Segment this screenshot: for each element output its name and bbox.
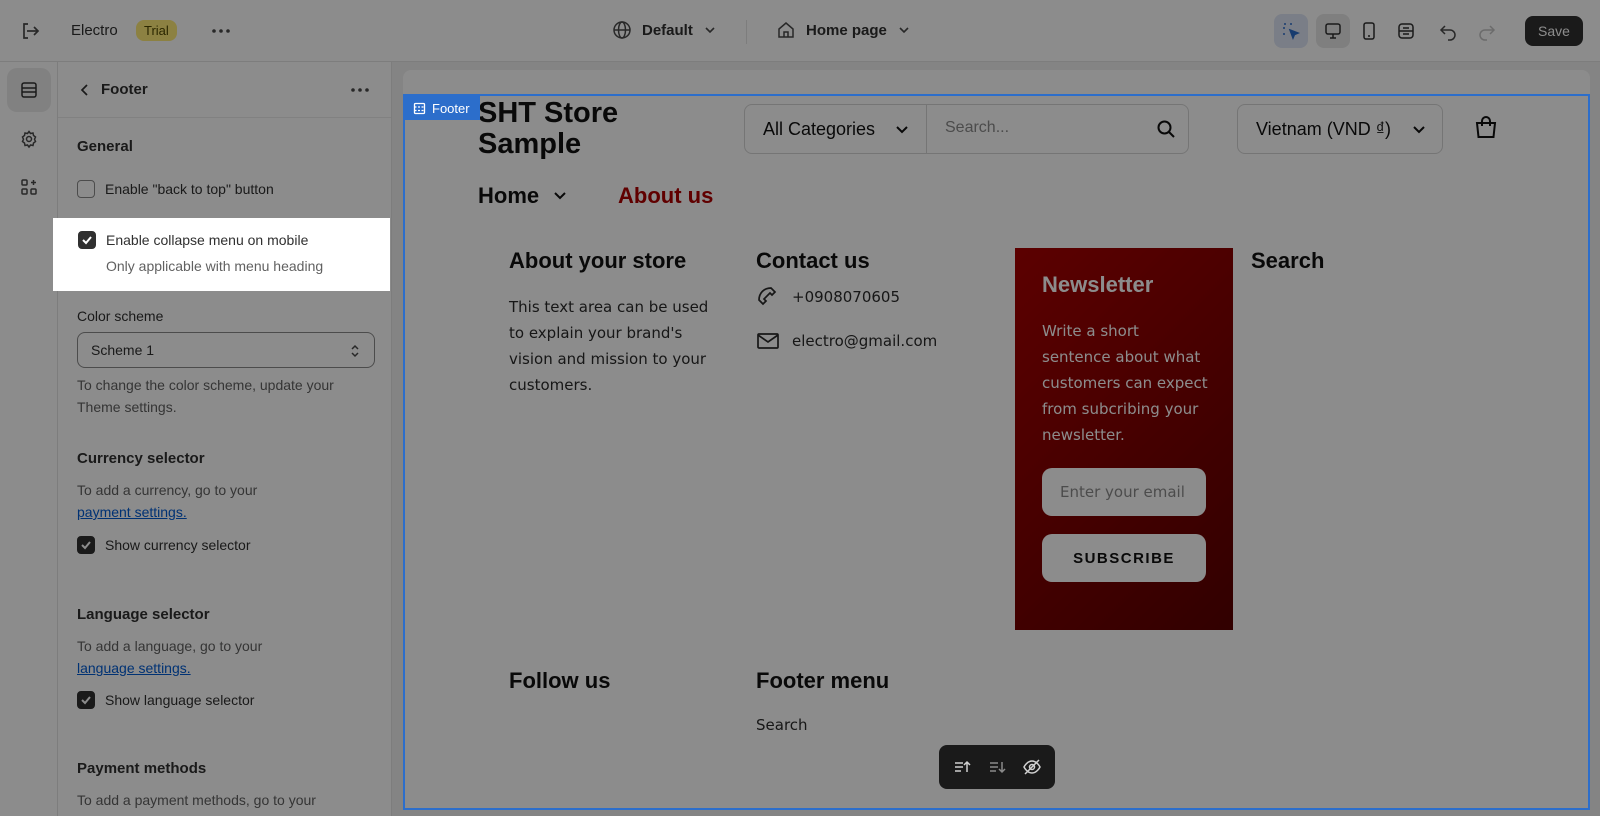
highlighted-setting: Enable collapse menu on mobile Only appl… bbox=[53, 218, 390, 291]
collapse-menu-checkbox[interactable]: Enable collapse menu on mobile bbox=[78, 231, 308, 249]
selected-section-frame bbox=[403, 94, 1590, 810]
selected-section-name: Footer bbox=[432, 100, 470, 116]
collapse-hint: Only applicable with menu heading bbox=[106, 258, 324, 274]
move-up-icon[interactable] bbox=[952, 757, 972, 777]
check-icon bbox=[82, 236, 92, 245]
checkbox-label: Enable collapse menu on mobile bbox=[106, 232, 309, 248]
floating-toolbar bbox=[939, 745, 1055, 789]
checkbox-box[interactable] bbox=[78, 231, 96, 249]
move-down-icon[interactable] bbox=[987, 757, 1007, 777]
selected-section-tag[interactable]: Footer bbox=[405, 96, 480, 120]
section-icon bbox=[413, 102, 426, 114]
hide-icon[interactable] bbox=[1022, 757, 1042, 777]
